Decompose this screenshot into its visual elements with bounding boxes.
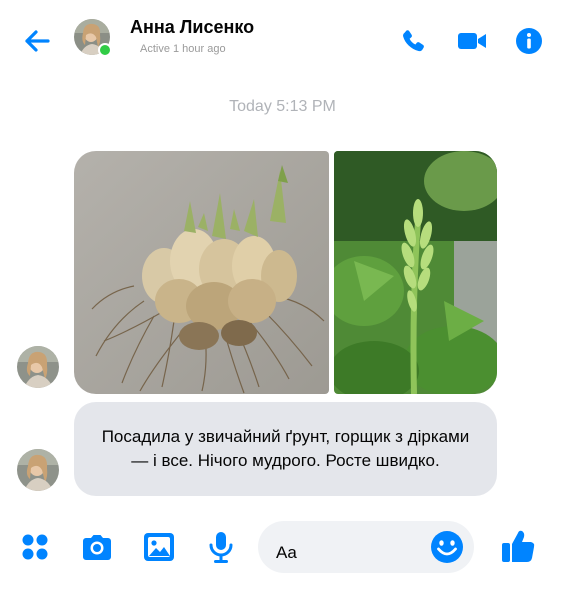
menu-dots-icon[interactable] xyxy=(17,529,53,565)
message-text: Посадила у звичайний ґрунт, горщик з дір… xyxy=(101,427,470,470)
photo-attachment-flower-stalk[interactable] xyxy=(334,151,497,394)
contact-name[interactable]: Анна Лисенко xyxy=(130,17,254,38)
sender-avatar[interactable] xyxy=(17,449,59,491)
thumbs-up-icon[interactable] xyxy=(499,527,537,565)
photo-attachment-bulbs[interactable] xyxy=(74,151,329,394)
info-icon[interactable] xyxy=(514,26,544,56)
conversation-header: Анна Лисенко Active 1 hour ago xyxy=(0,0,565,84)
camera-icon[interactable] xyxy=(79,529,115,565)
online-status-indicator xyxy=(98,43,112,57)
phone-icon[interactable] xyxy=(398,26,428,56)
contact-active-status: Active 1 hour ago xyxy=(140,43,226,55)
emoji-icon[interactable] xyxy=(429,529,465,565)
gallery-icon[interactable] xyxy=(141,529,177,565)
video-camera-icon[interactable] xyxy=(456,26,488,56)
message-input-placeholder: Aa xyxy=(276,543,297,562)
microphone-icon[interactable] xyxy=(203,529,239,565)
message-timestamp: Today 5:13 PM xyxy=(229,98,336,115)
message-bubble[interactable]: Посадила у звичайний ґрунт, горщик з дір… xyxy=(74,402,497,496)
back-arrow-icon[interactable] xyxy=(22,26,52,56)
sender-avatar[interactable] xyxy=(17,346,59,388)
